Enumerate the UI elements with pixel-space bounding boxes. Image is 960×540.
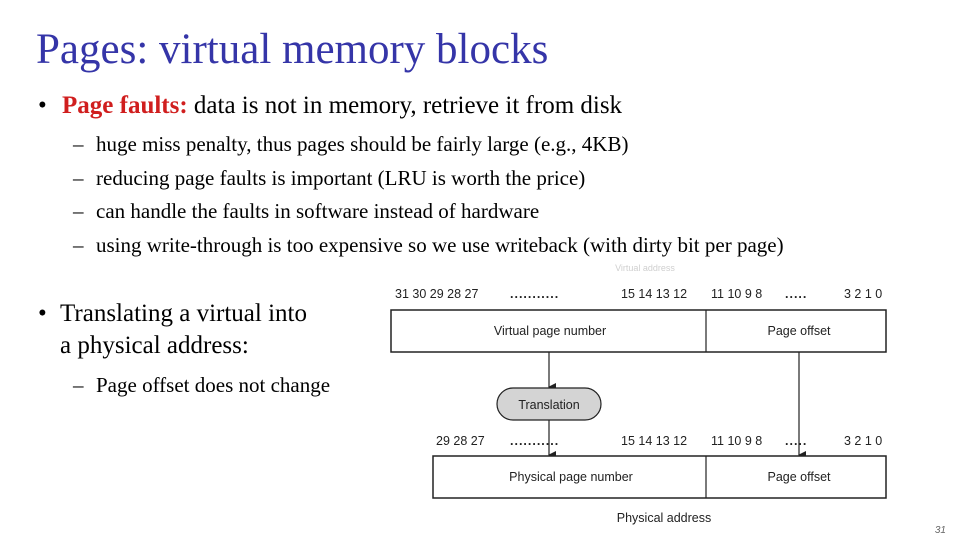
page-number: 31: [934, 525, 946, 536]
virtual-bits-end: 3 2 1 0: [844, 287, 882, 301]
physical-address-caption: Physical address: [617, 511, 712, 525]
virtual-bits-mid: 15 14 13 12: [621, 287, 687, 301]
physical-dots-low: .....: [785, 434, 807, 448]
physical-bits-mid: 15 14 13 12: [621, 434, 687, 448]
virtual-bits-low: 11 10 9 8: [711, 287, 762, 301]
virtual-dots-low: .....: [785, 287, 807, 301]
physical-bits-high: 29 28 27: [436, 434, 485, 448]
physical-bits-end: 3 2 1 0: [844, 434, 882, 448]
virtual-page-offset-field: Page offset: [767, 324, 831, 338]
physical-page-number-field: Physical page number: [509, 470, 633, 484]
physical-dots-high: ...........: [510, 434, 559, 448]
virtual-page-number-field: Virtual page number: [494, 324, 606, 338]
physical-bits-low: 11 10 9 8: [711, 434, 762, 448]
virtual-bits-high: 31 30 29 28 27: [395, 287, 478, 301]
translation-label: Translation: [518, 398, 579, 412]
virtual-dots-high: ...........: [510, 287, 559, 301]
physical-page-offset-field: Page offset: [767, 470, 831, 484]
virtual-address-caption: Virtual address: [615, 263, 675, 273]
address-translation-diagram: Virtual address 31 30 29 28 27 .........…: [390, 263, 887, 525]
